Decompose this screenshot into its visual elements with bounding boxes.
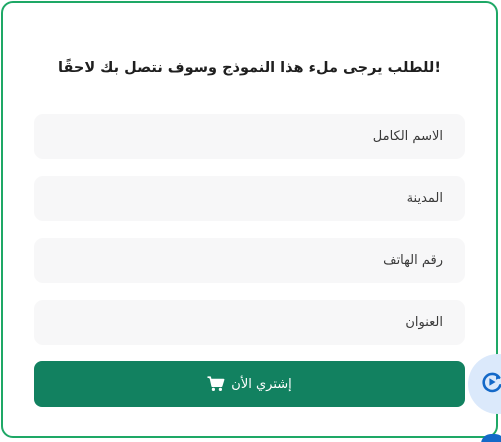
cart-icon bbox=[207, 376, 225, 392]
city-field[interactable] bbox=[34, 176, 465, 221]
buy-now-label: إشتري الأن bbox=[231, 376, 292, 392]
bottom-accent bbox=[481, 434, 501, 442]
page: !للطلب يرجى ملء هذا النموذج وسوف نتصل بك… bbox=[0, 0, 501, 442]
play-refresh-icon bbox=[480, 370, 501, 398]
form-heading: !للطلب يرجى ملء هذا النموذج وسوف نتصل بك… bbox=[58, 60, 441, 76]
buy-now-button[interactable]: إشتري الأن bbox=[34, 361, 465, 407]
phone-field[interactable] bbox=[34, 238, 465, 283]
address-field[interactable] bbox=[34, 300, 465, 345]
full-name-field[interactable] bbox=[34, 114, 465, 159]
